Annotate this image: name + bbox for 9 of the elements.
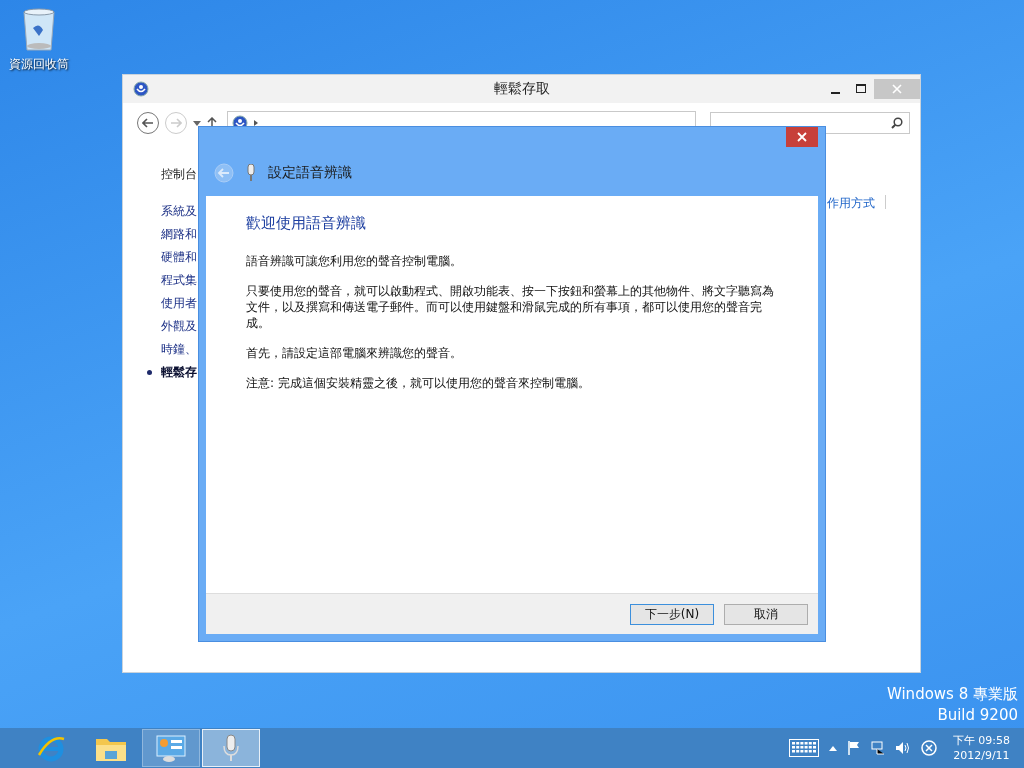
edition-text: Build 9200: [937, 705, 1018, 726]
dialog-heading: 歡迎使用語音辨識: [246, 214, 367, 233]
paragraph: 只要使用您的聲音，就可以啟動程式、開啟功能表、按一下按鈕和螢幕上的其他物件、將文字聽寫為文件，以及撰寫和傳送電子郵件。而可以使用鍵盤和滑鼠完成的所有事項，都可以使用您的聲音完成。: [246, 283, 775, 331]
window-title: 輕鬆存取: [493, 80, 550, 98]
paragraph: 語音辨識可讓您利用您的聲音控制電腦。: [246, 253, 463, 269]
dialog-title: 設定語音辨識: [268, 163, 352, 182]
edition-text: Windows 8 專業版: [886, 684, 1018, 705]
paragraph: 注意: 完成這個安裝精靈之後，就可以使用您的聲音來控制電腦。: [246, 375, 591, 391]
paragraph: 首先，請設定這部電腦來辨識您的聲音。: [246, 345, 463, 361]
